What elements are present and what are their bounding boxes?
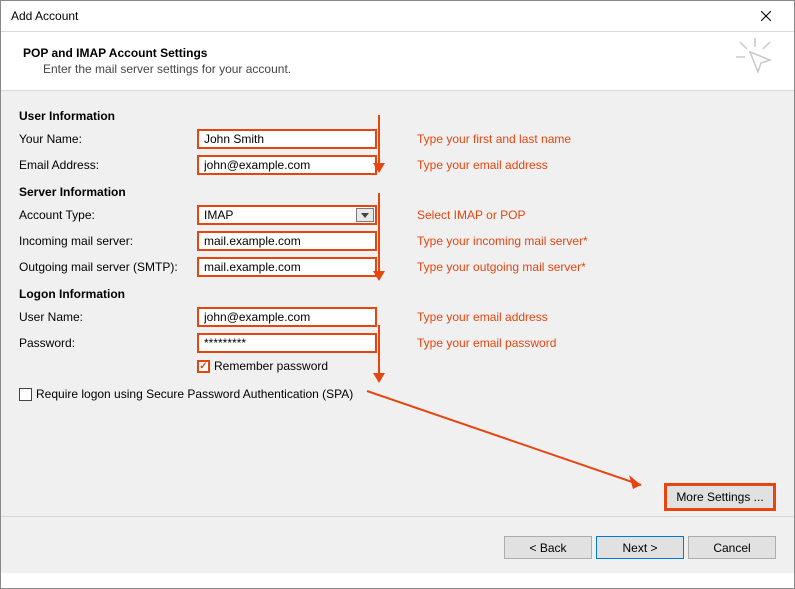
- titlebar: Add Account: [1, 1, 794, 32]
- arrow-down-icon: [371, 193, 387, 283]
- row-incoming: Incoming mail server: Type your incoming…: [19, 231, 776, 251]
- hint-user-name: Type your email address: [417, 310, 548, 324]
- section-logon-information: Logon Information: [19, 287, 776, 301]
- hint-account-type: Select IMAP or POP: [417, 208, 526, 222]
- input-your-name[interactable]: [197, 129, 377, 149]
- next-button[interactable]: Next >: [596, 536, 684, 559]
- label-your-name: Your Name:: [19, 132, 197, 146]
- hint-password: Type your email password: [417, 336, 556, 350]
- label-spa: Require logon using Secure Password Auth…: [36, 387, 353, 401]
- back-button[interactable]: < Back: [504, 536, 592, 559]
- select-account-type-value: IMAP: [204, 208, 233, 222]
- hint-your-name: Type your first and last name: [417, 132, 571, 146]
- input-password[interactable]: [197, 333, 377, 353]
- checkbox-spa[interactable]: [19, 388, 32, 401]
- select-account-type[interactable]: IMAP: [197, 205, 377, 225]
- more-settings-button[interactable]: More Settings ...: [664, 483, 776, 511]
- body-area: User Information Your Name: Type your fi…: [1, 91, 794, 573]
- label-email: Email Address:: [19, 158, 197, 172]
- hint-incoming: Type your incoming mail server*: [417, 234, 588, 248]
- footer-divider: [1, 516, 794, 517]
- row-password: Password: Type your email password: [19, 333, 776, 353]
- add-account-window: Add Account POP and IMAP Account Setting…: [0, 0, 795, 589]
- arrow-down-icon: [371, 115, 387, 175]
- label-incoming: Incoming mail server:: [19, 234, 197, 248]
- chevron-down-icon: [361, 213, 369, 218]
- label-outgoing: Outgoing mail server (SMTP):: [19, 260, 197, 274]
- hint-email: Type your email address: [417, 158, 548, 172]
- close-button[interactable]: [746, 8, 786, 24]
- row-user-name: User Name: Type your email address: [19, 307, 776, 327]
- close-icon: [761, 11, 771, 21]
- cursor-click-icon: [736, 38, 774, 79]
- row-your-name: Your Name: Type your first and last name: [19, 129, 776, 149]
- section-user-information: User Information: [19, 109, 776, 123]
- row-outgoing: Outgoing mail server (SMTP): Type your o…: [19, 257, 776, 277]
- window-title: Add Account: [11, 9, 746, 23]
- section-server-information: Server Information: [19, 185, 776, 199]
- row-remember-password: Remember password: [197, 359, 776, 373]
- footer-buttons: < Back Next > Cancel: [500, 536, 776, 559]
- header-area: POP and IMAP Account Settings Enter the …: [1, 32, 794, 86]
- hint-outgoing: Type your outgoing mail server*: [417, 260, 586, 274]
- row-email: Email Address: Type your email address: [19, 155, 776, 175]
- label-remember-password: Remember password: [214, 359, 328, 373]
- header-subtitle: Enter the mail server settings for your …: [43, 62, 772, 76]
- header-title: POP and IMAP Account Settings: [23, 46, 772, 60]
- label-user-name: User Name:: [19, 310, 197, 324]
- checkbox-remember-password[interactable]: [197, 360, 210, 373]
- input-outgoing[interactable]: [197, 257, 377, 277]
- label-password: Password:: [19, 336, 197, 350]
- arrow-diagonal-icon: [363, 387, 663, 497]
- arrow-down-icon: [371, 325, 387, 385]
- cancel-button[interactable]: Cancel: [688, 536, 776, 559]
- row-account-type: Account Type: IMAP Select IMAP or POP: [19, 205, 776, 225]
- input-incoming[interactable]: [197, 231, 377, 251]
- input-user-name[interactable]: [197, 307, 377, 327]
- input-email[interactable]: [197, 155, 377, 175]
- label-account-type: Account Type:: [19, 208, 197, 222]
